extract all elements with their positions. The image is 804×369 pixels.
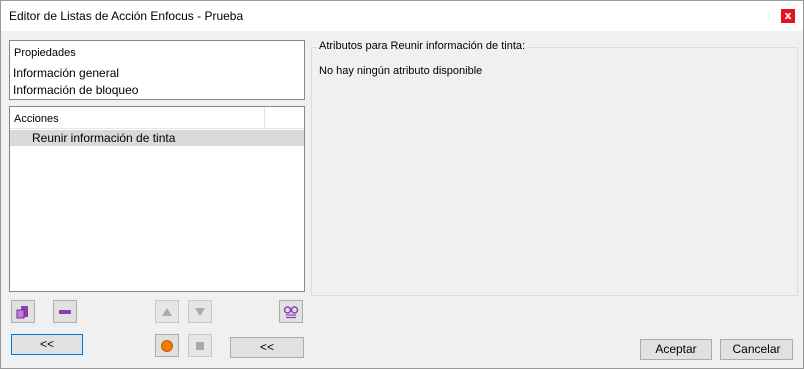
- remove-action-icon: [59, 310, 71, 314]
- action-row-selected[interactable]: Reunir información de tinta: [10, 130, 304, 146]
- stop-button[interactable]: [188, 334, 212, 357]
- stop-icon: [196, 342, 204, 350]
- cancel-button[interactable]: Cancelar: [720, 339, 793, 360]
- record-button[interactable]: [155, 334, 179, 357]
- properties-item-general[interactable]: Información general: [13, 66, 119, 80]
- close-button[interactable]: x: [781, 9, 795, 23]
- move-down-icon: [195, 308, 205, 316]
- attributes-group-box: [311, 47, 798, 296]
- action-row-label: Reunir información de tinta: [32, 131, 176, 145]
- move-down-button[interactable]: [188, 300, 212, 323]
- attributes-empty-message: No hay ningún atributo disponible: [319, 65, 483, 77]
- properties-header: Propiedades: [14, 47, 76, 59]
- window-title: Editor de Listas de Acción Enfocus - Pru…: [9, 9, 244, 23]
- inspect-button[interactable]: [279, 300, 303, 323]
- actions-header-label: Acciones: [14, 113, 59, 125]
- add-action-button[interactable]: [11, 300, 35, 323]
- properties-list[interactable]: Propiedades Información general Informac…: [9, 40, 305, 100]
- attributes-legend: Atributos para Reunir información de tin…: [317, 40, 528, 52]
- remove-action-button[interactable]: [53, 300, 77, 323]
- record-icon: [161, 340, 173, 352]
- move-up-icon: [162, 308, 172, 316]
- inspect-glasses-icon: [283, 306, 299, 319]
- accept-button[interactable]: Aceptar: [640, 339, 712, 360]
- actions-column-header[interactable]: Acciones: [10, 107, 304, 129]
- collapse-left-button[interactable]: <<: [11, 334, 83, 355]
- move-up-button[interactable]: [155, 300, 179, 323]
- actions-list[interactable]: Acciones Reunir información de tinta: [9, 106, 305, 292]
- properties-item-lock[interactable]: Información de bloqueo: [13, 83, 138, 97]
- collapse-middle-button[interactable]: <<: [230, 337, 304, 358]
- title-bar: Editor de Listas de Acción Enfocus - Pru…: [0, 0, 804, 31]
- add-action-icon: [16, 306, 28, 319]
- column-divider[interactable]: [264, 107, 265, 129]
